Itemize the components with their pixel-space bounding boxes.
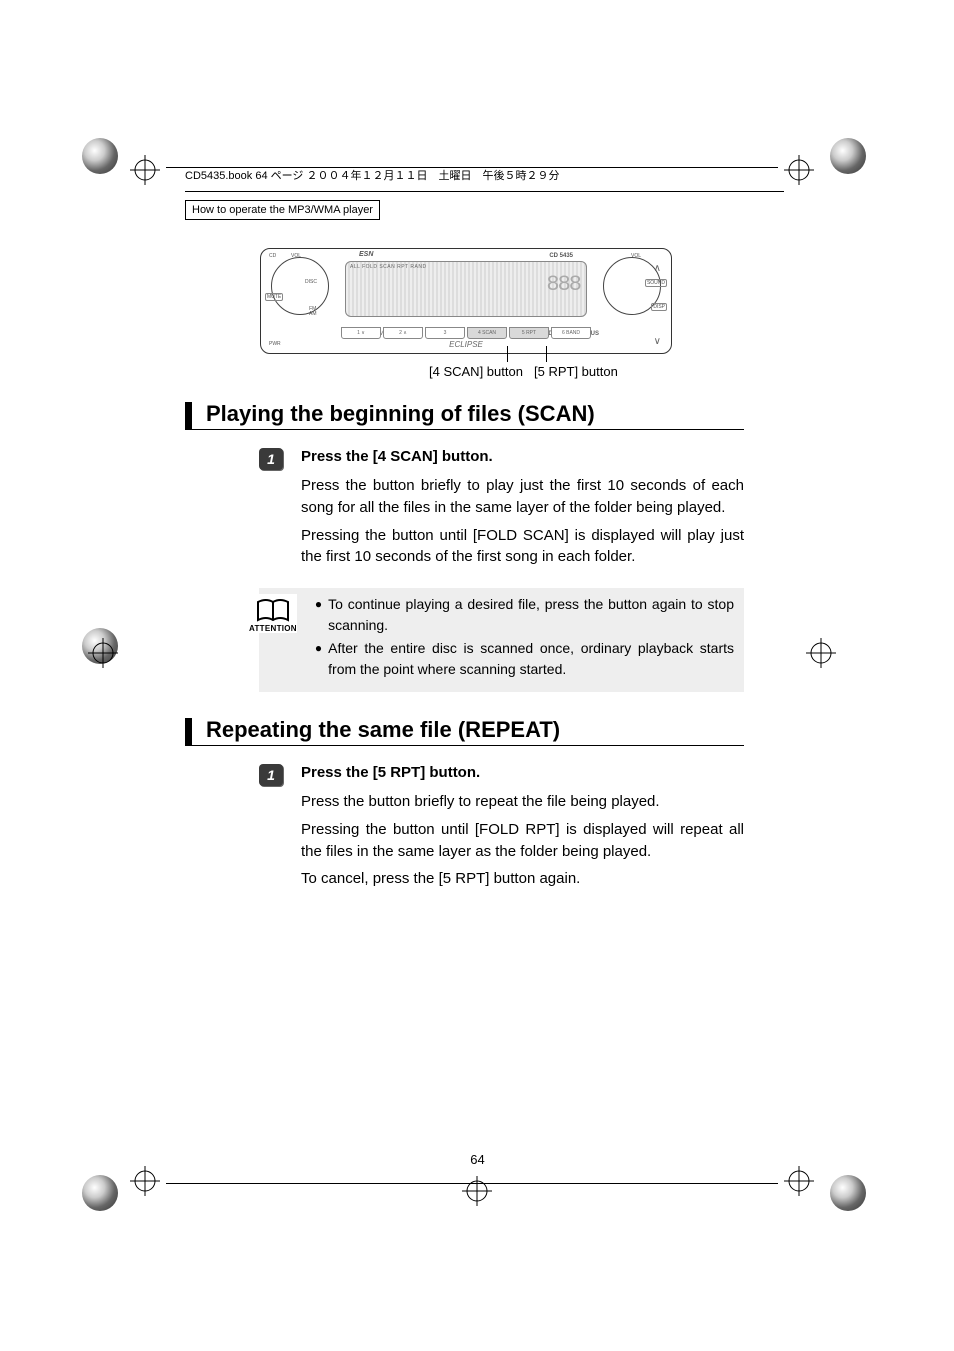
registration-mark-icon: [88, 638, 118, 668]
page-frame: 64: [185, 135, 770, 1185]
registration-mark-icon: [784, 155, 814, 185]
registration-mark-icon: [806, 638, 836, 668]
page-number: 64: [185, 1152, 770, 1167]
registration-mark-icon: [130, 155, 160, 185]
decoration-sphere: [82, 1175, 118, 1211]
decoration-sphere: [830, 138, 866, 174]
registration-mark-icon: [130, 1166, 160, 1196]
registration-mark-icon: [784, 1166, 814, 1196]
decoration-sphere: [82, 138, 118, 174]
decoration-sphere: [830, 1175, 866, 1211]
